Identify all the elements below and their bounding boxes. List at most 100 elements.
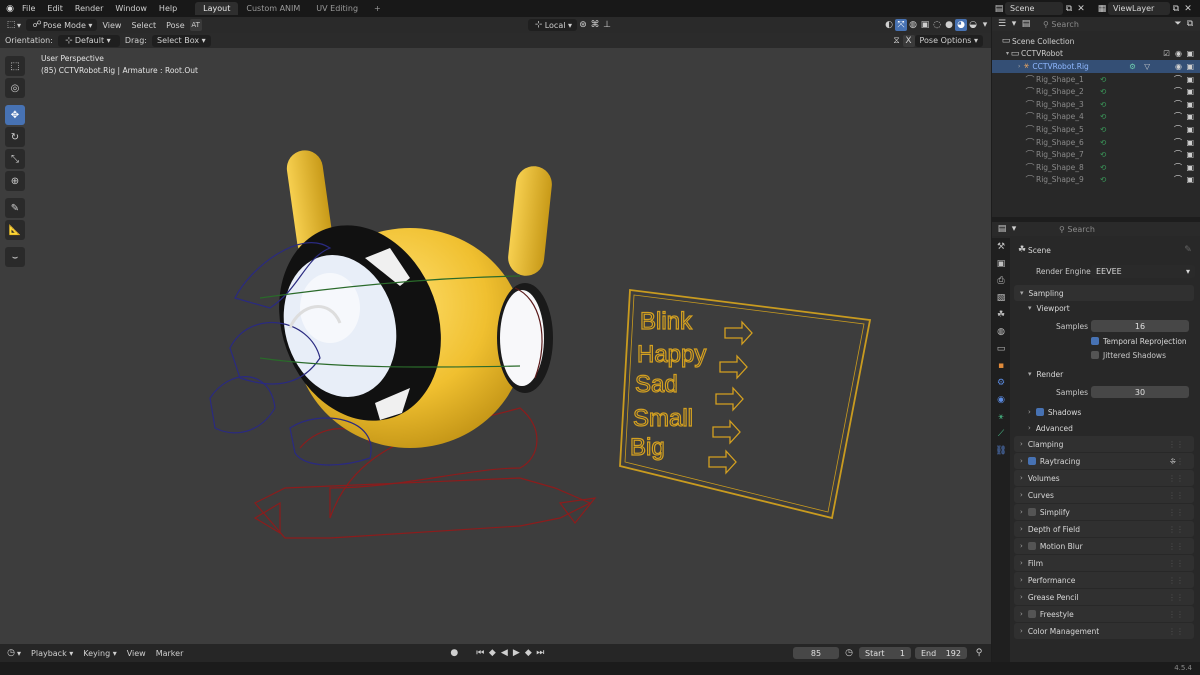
- jump-keyframe-forward-icon[interactable]: ◆: [522, 647, 534, 659]
- shape-camera-icon[interactable]: ▣: [1186, 87, 1194, 96]
- bone-constraint-tab-icon[interactable]: ⛓: [992, 442, 1010, 459]
- pivot-icon[interactable]: ⊛: [577, 19, 589, 31]
- shape-eye-icon[interactable]: ⌒: [1174, 162, 1182, 173]
- shape-camera-icon[interactable]: ▣: [1186, 75, 1194, 84]
- shape-camera-icon[interactable]: ▣: [1186, 175, 1194, 184]
- object-tab-icon[interactable]: ▪: [992, 357, 1010, 374]
- pin-icon[interactable]: ✎: [1182, 244, 1194, 256]
- outliner-scene-collection[interactable]: ▭ Scene Collection: [992, 35, 1200, 48]
- shape-eye-icon[interactable]: ⌒: [1174, 111, 1182, 122]
- view-layer-field[interactable]: ViewLayer: [1108, 2, 1170, 15]
- outliner-shape-row[interactable]: ⌒ Rig_Shape_7 ⟲ ⌒ ▣: [992, 148, 1200, 161]
- blender-logo-icon[interactable]: ◉: [4, 3, 16, 15]
- armature-tab-icon[interactable]: ⚹: [992, 408, 1010, 425]
- tab-uv-editing[interactable]: UV Editing: [308, 2, 366, 15]
- scene-field[interactable]: Scene: [1005, 2, 1063, 15]
- auto-ik-icon[interactable]: AT: [189, 19, 202, 31]
- outliner-shape-row[interactable]: ⌒ Rig_Shape_1 ⟲ ⌒ ▣: [992, 73, 1200, 86]
- shape-camera-icon[interactable]: ▣: [1186, 100, 1194, 109]
- viewport-samples-field[interactable]: 16: [1091, 320, 1189, 332]
- filter-icon[interactable]: ⏷: [1172, 18, 1184, 30]
- 3d-viewport[interactable]: User Perspective (85) CCTVRobot.Rig | Ar…: [0, 48, 991, 644]
- panel-freestyle[interactable]: › Freestyle ⋮⋮: [1014, 606, 1194, 622]
- visibility-icon[interactable]: ◐: [883, 19, 895, 31]
- subpanel-viewport[interactable]: ▾ Viewport: [1028, 302, 1070, 314]
- drag-handle-icon[interactable]: ⋮⋮: [1168, 457, 1184, 466]
- tab-custom-anim[interactable]: Custom ANIM: [238, 2, 308, 15]
- panel-curves[interactable]: › Curves ⋮⋮: [1014, 487, 1194, 503]
- shape-eye-icon[interactable]: ⌒: [1174, 174, 1182, 185]
- delete-scene-icon[interactable]: ✕: [1075, 3, 1087, 15]
- shape-camera-icon[interactable]: ▣: [1186, 163, 1194, 172]
- pose-options-dropdown[interactable]: Pose Options ▾: [914, 34, 983, 47]
- panel-grease-pencil[interactable]: › Grease Pencil ⋮⋮: [1014, 589, 1194, 605]
- panel-performance[interactable]: › Performance ⋮⋮: [1014, 572, 1194, 588]
- subpanel-render[interactable]: ▾ Render: [1028, 368, 1063, 380]
- start-frame-field[interactable]: Start 1: [859, 647, 911, 659]
- panel-color-management[interactable]: › Color Management ⋮⋮: [1014, 623, 1194, 639]
- outliner-shape-row[interactable]: ⌒ Rig_Shape_4 ⟲ ⌒ ▣: [992, 111, 1200, 123]
- play-reverse-icon[interactable]: ◀: [498, 647, 510, 659]
- drag-handle-icon[interactable]: ⋮⋮: [1168, 610, 1184, 619]
- panel-depth-of-field[interactable]: › Depth of Field ⋮⋮: [1014, 521, 1194, 537]
- shading-solid-icon[interactable]: ●: [943, 19, 955, 31]
- outliner-display-icon[interactable]: ▾: [1008, 18, 1020, 30]
- drag-handle-icon[interactable]: ⋮⋮: [1168, 508, 1184, 517]
- outliner-filter-display-icon[interactable]: ▤: [1020, 18, 1032, 30]
- mirror-icon[interactable]: ⧖: [891, 35, 903, 47]
- panel-motion-blur[interactable]: › Motion Blur ⋮⋮: [1014, 538, 1194, 554]
- new-collection-icon[interactable]: ⧉: [1184, 18, 1196, 30]
- menu-marker[interactable]: Marker: [151, 647, 189, 659]
- gizmo-icon[interactable]: ⤧: [895, 19, 907, 31]
- outliner-shape-row[interactable]: ⌒ Rig_Shape_9 ⟲ ⌒ ▣: [992, 174, 1200, 186]
- outliner-shape-row[interactable]: ⌒ Rig_Shape_6 ⟲ ⌒ ▣: [992, 136, 1200, 149]
- menu-help[interactable]: Help: [153, 4, 183, 13]
- shape-camera-icon[interactable]: ▣: [1186, 138, 1194, 147]
- transform-tool-icon[interactable]: ⊕: [5, 171, 25, 191]
- properties-search-input[interactable]: ⚲ Search: [1054, 222, 1128, 236]
- checkbox-checked-icon[interactable]: [1027, 457, 1036, 465]
- transform-space-dropdown[interactable]: ⊹ Local ▾: [527, 19, 577, 31]
- drag-handle-icon[interactable]: ⋮⋮: [1168, 440, 1184, 449]
- outliner-shape-row[interactable]: ⌒ Rig_Shape_2 ⟲ ⌒ ▣: [992, 85, 1200, 98]
- tab-layout[interactable]: Layout: [195, 2, 239, 15]
- current-frame-field[interactable]: 85: [793, 647, 839, 659]
- drag-handle-icon[interactable]: ⋮⋮: [1168, 559, 1184, 568]
- rig-eye-icon[interactable]: ◉: [1175, 62, 1182, 71]
- shape-camera-icon[interactable]: ▣: [1186, 125, 1194, 134]
- play-icon[interactable]: ▶: [510, 647, 522, 659]
- physics-tab-icon[interactable]: ◉: [992, 391, 1010, 408]
- panel-simplify[interactable]: › Simplify ⋮⋮: [1014, 504, 1194, 520]
- shading-material-icon[interactable]: ◕: [955, 19, 967, 31]
- editor-type-button[interactable]: ⬚ ▾: [0, 19, 26, 31]
- scale-tool-icon[interactable]: ⤡: [5, 149, 25, 169]
- menu-playback[interactable]: Playback ▾: [26, 647, 78, 659]
- breakdowner-tool-icon[interactable]: ⌣: [5, 247, 25, 267]
- drag-handle-icon[interactable]: ⋮⋮: [1168, 474, 1184, 483]
- orientation-dropdown[interactable]: ⊹ Default ▾: [57, 34, 120, 47]
- overlay-icon[interactable]: ◍: [907, 19, 919, 31]
- cursor-tool-icon[interactable]: ◎: [5, 78, 25, 98]
- subpanel-advanced[interactable]: › Advanced: [1028, 422, 1073, 434]
- auto-key-icon[interactable]: ●: [448, 647, 460, 659]
- render-engine-dropdown[interactable]: EEVEE ▾: [1091, 265, 1195, 278]
- outliner-search-input[interactable]: ⚲ Search: [1038, 17, 1112, 31]
- shading-wireframe-icon[interactable]: ◌: [931, 19, 943, 31]
- drag-handle-icon[interactable]: ⋮⋮: [1168, 593, 1184, 602]
- shape-camera-icon[interactable]: ▣: [1186, 112, 1194, 121]
- drag-handle-icon[interactable]: ⋮⋮: [1168, 491, 1184, 500]
- shape-eye-icon[interactable]: ⌒: [1174, 74, 1182, 85]
- menu-view[interactable]: View: [97, 19, 126, 31]
- timeline-editor-type-button[interactable]: ◷ ▾: [0, 647, 26, 659]
- shape-eye-icon[interactable]: ⌒: [1174, 86, 1182, 97]
- snap-icon[interactable]: ⌘: [589, 19, 601, 31]
- outliner-rig-row[interactable]: › ⚹ CCTVRobot.Rig ⚙ ▽ ◉ ▣: [992, 60, 1200, 73]
- collection-eye-icon[interactable]: ◉: [1175, 49, 1182, 58]
- menu-timeline-view[interactable]: View: [122, 647, 151, 659]
- x-mirror-button[interactable]: X: [902, 34, 915, 47]
- shape-eye-icon[interactable]: ⌒: [1174, 124, 1182, 135]
- outliner-shape-row[interactable]: ⌒ Rig_Shape_8 ⟲ ⌒ ▣: [992, 161, 1200, 174]
- menu-pose[interactable]: Pose: [161, 19, 190, 31]
- menu-file[interactable]: File: [16, 4, 41, 13]
- outliner-shape-row[interactable]: ⌒ Rig_Shape_5 ⟲ ⌒ ▣: [992, 123, 1200, 136]
